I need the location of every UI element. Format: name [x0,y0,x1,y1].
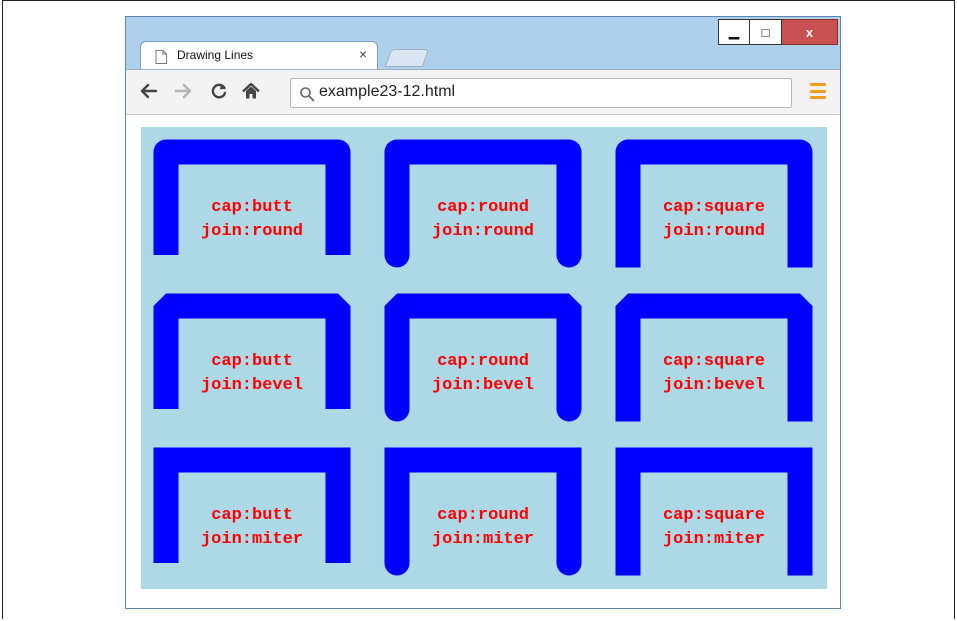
cap-label: cap:butt [211,198,293,217]
cap-label: cap:square [662,352,766,371]
page-icon [155,50,167,64]
join-label: join:miter [662,530,766,549]
join-label: join:round [200,222,304,241]
new-tab-button[interactable] [384,49,430,67]
home-icon [242,82,260,99]
reload-icon [211,83,227,99]
cap-label: cap:round [437,506,529,525]
forward-button[interactable] [172,80,194,102]
demo-label: cap:square join:round [626,196,802,244]
page-viewport: cap:butt join:round cap:round join:round cap… [126,115,840,608]
toolbar: example23-12.html [126,69,840,115]
back-arrow-icon [140,83,158,99]
cap-label: cap:butt [211,506,293,525]
demo-label: cap:butt join:miter [164,504,340,552]
demo-label: cap:square join:bevel [626,350,802,398]
cap-label: cap:round [437,198,529,217]
menu-icon[interactable] [810,83,826,99]
search-icon [300,87,315,102]
window-controls: ▁ □ x [718,19,838,45]
demo-label: cap:round join:round [395,196,571,244]
demo-label: cap:round join:miter [395,504,571,552]
home-button[interactable] [240,80,262,102]
cap-label: cap:round [437,352,529,371]
cap-label: cap:butt [211,352,293,371]
back-button[interactable] [138,80,160,102]
reload-button[interactable] [208,80,230,102]
close-button[interactable]: x [782,19,838,45]
demo-label: cap:butt join:bevel [164,350,340,398]
line-style-canvas: cap:butt join:round cap:round join:round cap… [141,127,827,589]
join-label: join:miter [200,530,304,549]
demo-label: cap:round join:bevel [395,350,571,398]
demo-label: cap:square join:miter [626,504,802,552]
minimize-button[interactable]: ▁ [718,19,750,45]
join-label: join:bevel [662,376,766,395]
tab-title: Drawing Lines [177,48,254,62]
join-label: join:round [431,222,535,241]
demo-label: cap:butt join:round [164,196,340,244]
forward-arrow-icon [174,83,192,99]
tab-drawing-lines[interactable]: Drawing Lines × [140,41,378,69]
tab-close-button[interactable]: × [359,46,367,62]
url-text: example23-12.html [319,83,456,100]
join-label: join:bevel [200,376,304,395]
address-bar[interactable]: example23-12.html [290,78,792,108]
join-label: join:miter [431,530,535,549]
browser-window: Drawing Lines × ▁ □ x example23-12.html … [125,16,841,609]
maximize-button[interactable]: □ [750,19,782,45]
join-label: join:round [662,222,766,241]
join-label: join:bevel [431,376,535,395]
cap-label: cap:square [662,198,766,217]
cap-label: cap:square [662,506,766,525]
